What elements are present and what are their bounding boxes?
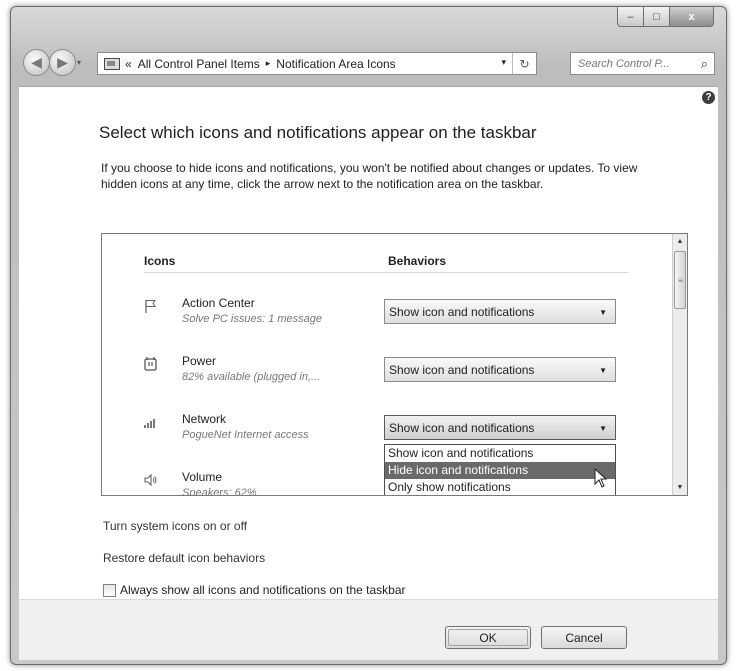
behavior-select-value: Show icon and notifications [389, 362, 535, 377]
address-bar[interactable]: « All Control Panel Items ▸ Notification… [97, 52, 537, 75]
turn-system-icons-link[interactable]: Turn system icons on or off [103, 519, 247, 533]
chevron-down-icon: ▼ [599, 424, 607, 433]
maximize-button[interactable]: □ [644, 7, 670, 27]
flag-icon [142, 298, 160, 316]
item-status: PogueNet Internet access [182, 429, 309, 441]
behavior-dropdown-list[interactable]: Show icon and notifications Hide icon an… [384, 444, 616, 495]
vertical-scrollbar[interactable]: ▲ ≡ ▼ [672, 234, 687, 495]
icons-list[interactable]: Icons Behaviors Action Center Solve PC i… [101, 233, 688, 496]
item-status: Speakers: 62% [182, 487, 257, 496]
recent-pages-dropdown[interactable]: ▾ [77, 58, 81, 67]
scroll-down-icon[interactable]: ▼ [673, 480, 687, 495]
address-dropdown-icon[interactable]: ▾ [501, 57, 506, 68]
back-button[interactable]: ◀ [23, 49, 50, 76]
content-pane: ? Select which icons and notifications a… [19, 86, 718, 599]
item-status: Solve PC issues: 1 message [182, 313, 323, 325]
search-input[interactable]: Search Control P... ⌕ [570, 52, 715, 75]
forward-button[interactable]: ▶ [49, 49, 76, 76]
help-icon[interactable]: ? [702, 91, 715, 104]
address-overflow-chevron[interactable]: « [125, 57, 132, 71]
breadcrumb-all-control-panel-items[interactable]: All Control Panel Items [138, 57, 260, 71]
always-show-all-checkbox[interactable] [103, 583, 116, 597]
network-icon [142, 414, 160, 432]
behavior-select[interactable]: Show icon and notifications ▼ [384, 357, 616, 382]
item-name: Power [182, 354, 217, 368]
always-show-all-checkbox-row[interactable]: Always show all icons and notifications … [103, 583, 406, 597]
option-hide-icon-and-notifications[interactable]: Hide icon and notifications [385, 462, 615, 479]
option-show-icon-and-notifications[interactable]: Show icon and notifications [385, 445, 615, 462]
power-icon [142, 356, 160, 374]
search-icon[interactable]: ⌕ [701, 56, 708, 72]
forward-arrow-icon: ▶ [57, 54, 68, 70]
column-header-behaviors: Behaviors [388, 254, 447, 268]
header-divider [144, 272, 628, 273]
scroll-up-icon[interactable]: ▲ [673, 234, 687, 249]
chevron-down-icon: ▼ [599, 366, 607, 375]
list-item-power: Power 82% available (plugged in,... Show… [142, 354, 642, 394]
control-panel-icon [104, 57, 120, 70]
breadcrumb-separator-icon[interactable]: ▸ [266, 58, 271, 69]
search-placeholder: Search Control P... [578, 57, 670, 70]
minimize-button[interactable]: – [617, 7, 644, 27]
refresh-button[interactable]: ↻ [512, 53, 536, 74]
scrollbar-thumb[interactable]: ≡ [674, 251, 686, 309]
column-header-icons: Icons [144, 254, 176, 268]
page-title: Select which icons and notifications app… [99, 123, 537, 142]
cancel-button[interactable]: Cancel [541, 626, 627, 649]
close-button[interactable]: x [670, 7, 714, 27]
breadcrumb-notification-area-icons[interactable]: Notification Area Icons [276, 57, 395, 71]
notification-area-icons-window: – □ x ◀ ▶ ▾ « All Control Panel Items ▸ … [10, 6, 727, 665]
ok-button[interactable]: OK [445, 626, 531, 649]
item-name: Volume [182, 470, 223, 484]
option-only-show-notifications[interactable]: Only show notifications [385, 479, 615, 495]
item-status: 82% available (plugged in,... [182, 371, 321, 383]
volume-icon [142, 472, 160, 490]
behavior-select[interactable]: Show icon and notifications ▼ [384, 299, 616, 324]
back-arrow-icon: ◀ [31, 54, 42, 70]
mouse-pointer-icon [594, 467, 608, 493]
caption-buttons: – □ x [617, 7, 714, 27]
restore-defaults-link[interactable]: Restore default icon behaviors [103, 551, 265, 565]
behavior-select-value: Show icon and notifications [389, 420, 535, 435]
behavior-select[interactable]: Show icon and notifications ▼ [384, 415, 616, 440]
chevron-down-icon: ▼ [599, 308, 607, 317]
item-name: Action Center [182, 296, 255, 310]
page-description: If you choose to hide icons and notifica… [101, 161, 638, 191]
dialog-footer: OK Cancel [19, 599, 718, 660]
always-show-all-label[interactable]: Always show all icons and notifications … [120, 583, 406, 597]
grip-icon: ≡ [678, 276, 683, 285]
behavior-select-value: Show icon and notifications [389, 304, 535, 319]
item-name: Network [182, 412, 227, 426]
list-item-action-center: Action Center Solve PC issues: 1 message… [142, 296, 642, 336]
